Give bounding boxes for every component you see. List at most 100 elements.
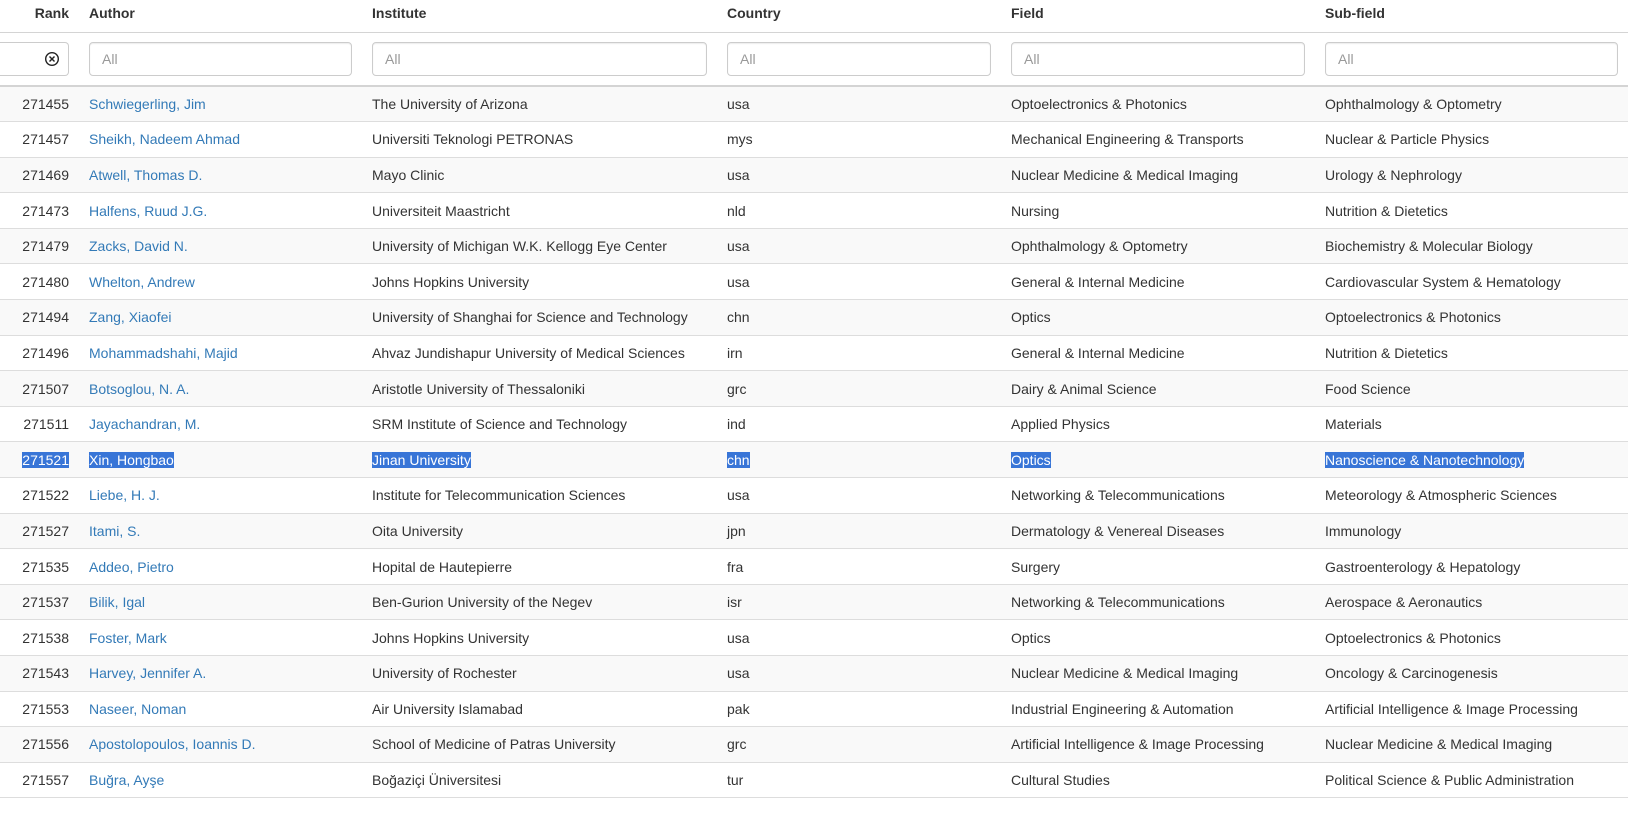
cell-subfield-text: Biochemistry & Molecular Biology — [1325, 238, 1533, 255]
author-link[interactable]: Halfens, Ruud J.G. — [89, 203, 207, 219]
cell-subfield: Nuclear & Particle Physics — [1315, 121, 1628, 158]
column-header-country[interactable]: Country — [717, 0, 1001, 33]
cell-field: Dairy & Animal Science — [1001, 370, 1315, 407]
cell-rank: 271556 — [0, 726, 79, 763]
cell-rank: 271469 — [0, 157, 79, 194]
cell-author: Zang, Xiaofei — [79, 299, 362, 336]
author-link[interactable]: Sheikh, Nadeem Ahmad — [89, 131, 240, 147]
cell-subfield-text: Meteorology & Atmospheric Sciences — [1325, 487, 1557, 504]
subfield-filter-input[interactable] — [1325, 41, 1618, 76]
table-row[interactable]: 271557 Buğra, Ayşe Boğaziçi Üniversitesi tu… — [0, 762, 1628, 799]
author-link[interactable]: Jayachandran, M. — [89, 416, 200, 432]
table-row[interactable]: 271538 Foster, Mark Johns Hopkins Universi… — [0, 619, 1628, 656]
author-link[interactable]: Zang, Xiaofei — [89, 309, 172, 325]
author-link[interactable]: Foster, Mark — [89, 630, 167, 646]
author-filter-input[interactable] — [89, 41, 352, 76]
author-link[interactable]: Buğra, Ayşe — [89, 772, 164, 788]
cell-subfield: Food Science — [1315, 370, 1628, 407]
table-row[interactable]: 271543 Harvey, Jennifer A. University of R… — [0, 655, 1628, 692]
cell-country-text: usa — [727, 238, 750, 255]
author-link[interactable]: Addeo, Pietro — [89, 559, 174, 575]
table-row[interactable]: 271494 Zang, Xiaofei University of Shangha… — [0, 299, 1628, 336]
cell-institute-text: Jinan University — [372, 451, 471, 468]
author-link[interactable]: Atwell, Thomas D. — [89, 167, 202, 183]
author-link[interactable]: Liebe, H. J. — [89, 487, 160, 503]
cell-subfield: Optoelectronics & Photonics — [1315, 299, 1628, 336]
cell-country: usa — [717, 86, 1001, 123]
author-link[interactable]: Whelton, Andrew — [89, 274, 195, 290]
author-link[interactable]: Zacks, David N. — [89, 238, 188, 254]
cell-rank: 271455 — [0, 86, 79, 123]
cell-country-text: usa — [727, 96, 750, 113]
table-row[interactable]: 271455 Schwiegerling, Jim The University o… — [0, 86, 1628, 123]
cell-field-text: Industrial Engineering & Automation — [1011, 700, 1234, 717]
cell-subfield-text: Ophthalmology & Optometry — [1325, 96, 1502, 113]
cell-rank-text: 271511 — [23, 416, 69, 433]
author-link[interactable]: Harvey, Jennifer A. — [89, 665, 206, 681]
rank-filter-input[interactable] — [0, 41, 69, 76]
cell-country-text: fra — [727, 558, 744, 575]
cell-institute: SRM Institute of Science and Technology — [362, 406, 717, 443]
cell-field: Optics — [1001, 619, 1315, 656]
country-filter-input[interactable] — [727, 41, 991, 76]
table-row[interactable]: 271553 Naseer, Noman Air University Islama… — [0, 691, 1628, 728]
table-row[interactable]: 271537 Bilik, Igal Ben-Gurion University o… — [0, 584, 1628, 621]
table-row[interactable]: 271479 Zacks, David N. University of Michi… — [0, 228, 1628, 265]
cell-institute-text: Institute for Telecommunication Sciences — [372, 487, 626, 504]
table-row[interactable]: 271521 Xin, Hongbao Jinan University chn Opt… — [0, 441, 1628, 479]
column-header-rank[interactable]: Rank — [0, 0, 79, 33]
table-row[interactable]: 271535 Addeo, Pietro Hopital de Hautepierr… — [0, 548, 1628, 585]
column-header-institute[interactable]: Institute — [362, 0, 717, 33]
cell-rank: 271553 — [0, 691, 79, 728]
cell-subfield: Optoelectronics & Photonics — [1315, 619, 1628, 656]
author-link[interactable]: Bilik, Igal — [89, 594, 145, 610]
cell-author: Naseer, Noman — [79, 691, 362, 728]
cell-rank-text: 271480 — [22, 273, 69, 290]
cell-rank: 271535 — [0, 548, 79, 585]
table-row[interactable]: 271473 Halfens, Ruud J.G. Universiteit Maa… — [0, 192, 1628, 229]
table-row[interactable]: 271469 Atwell, Thomas D. Mayo Clinic usa Nuc… — [0, 157, 1628, 194]
cell-country-text: chn — [727, 451, 750, 468]
cell-institute-text: Ben-Gurion University of the Negev — [372, 594, 593, 611]
author-link[interactable]: Botsoglou, N. A. — [89, 381, 189, 397]
author-link[interactable]: Naseer, Noman — [89, 701, 186, 717]
table-row[interactable]: 271507 Botsoglou, N. A. Aristotle Universi… — [0, 370, 1628, 407]
institute-filter-input[interactable] — [372, 41, 707, 76]
table-row[interactable]: 271522 Liebe, H. J. Institute for Telecomm… — [0, 477, 1628, 514]
clear-filter-icon[interactable] — [44, 51, 60, 67]
author-link[interactable]: Apostolopoulos, Ioannis D. — [89, 736, 256, 752]
cell-institute-text: Air University Islamabad — [372, 700, 523, 717]
cell-rank: 271527 — [0, 513, 79, 550]
field-filter-input[interactable] — [1011, 41, 1305, 76]
cell-rank: 271521 — [0, 441, 79, 479]
cell-country-text: usa — [727, 166, 750, 183]
cell-institute: Ahvaz Jundishapur University of Medical … — [362, 335, 717, 372]
cell-rank-text: 271537 — [22, 594, 69, 611]
author-link[interactable]: Schwiegerling, Jim — [89, 96, 206, 112]
cell-field-text: Ophthalmology & Optometry — [1011, 238, 1188, 255]
column-header-subfield[interactable]: Sub-field — [1315, 0, 1628, 33]
table-row[interactable]: 271556 Apostolopoulos, Ioannis D. School o… — [0, 726, 1628, 763]
table-row[interactable]: 271527 Itami, S. Oita University jpn Dermato… — [0, 513, 1628, 550]
table-row[interactable]: 271480 Whelton, Andrew Johns Hopkins Unive… — [0, 263, 1628, 301]
cell-subfield-text: Nuclear Medicine & Medical Imaging — [1325, 736, 1553, 753]
column-header-author[interactable]: Author — [79, 0, 362, 33]
author-link[interactable]: Mohammadshahi, Majid — [89, 345, 238, 361]
cell-field: Optics — [1001, 441, 1315, 479]
table-row[interactable]: 271496 Mohammadshahi, Majid Ahvaz Jundisha… — [0, 335, 1628, 372]
table-row[interactable]: 271511 Jayachandran, M. SRM Institute of S… — [0, 406, 1628, 443]
cell-field: Mechanical Engineering & Transports — [1001, 121, 1315, 158]
author-link[interactable]: Itami, S. — [89, 523, 140, 539]
cell-field-text: Nursing — [1011, 202, 1060, 219]
cell-author: Apostolopoulos, Ioannis D. — [79, 726, 362, 763]
cell-institute: University of Michigan W.K. Kellogg Eye … — [362, 228, 717, 265]
cell-country: irn — [717, 335, 1001, 372]
table-row[interactable]: 271457 Sheikh, Nadeem Ahmad Universiti Tek… — [0, 121, 1628, 158]
cell-country: usa — [717, 477, 1001, 514]
cell-subfield: Oncology & Carcinogenesis — [1315, 655, 1628, 692]
cell-rank-text: 271457 — [22, 131, 69, 148]
column-header-field[interactable]: Field — [1001, 0, 1315, 33]
author-link[interactable]: Xin, Hongbao — [89, 451, 174, 468]
cell-rank-text: 271557 — [22, 772, 69, 789]
cell-author: Buğra, Ayşe — [79, 762, 362, 799]
